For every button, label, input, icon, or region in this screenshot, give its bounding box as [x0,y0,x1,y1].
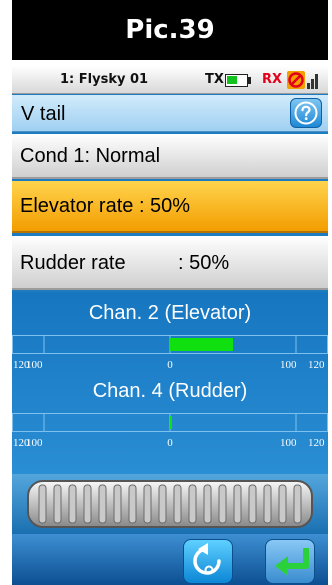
wheel-ridge [173,484,182,524]
channel-4-output-bar: 120100 0 100 120 [12,413,328,449]
rudder-rate-value: : 50% [178,252,230,274]
help-icon [294,101,318,125]
caption-text: Pic.39 [125,15,215,45]
elevator-rate-label: Elevator rate : 50% [20,195,191,217]
wheel-ridge [278,484,287,524]
scroll-wheel[interactable] [27,480,313,528]
tx-battery-level [227,76,237,84]
scroll-wheel-ridges [38,484,302,524]
channel-scale-label: 120 [308,359,325,371]
channel-2-output-bar: 120100 0 100 120 [12,335,328,371]
wheel-ridge [293,484,302,524]
return-arrow-icon [275,548,309,576]
tx-label: TX [205,72,224,87]
wheel-panel [12,474,328,534]
tx-battery-icon [225,74,248,87]
channel-output-fill [170,338,233,351]
bottom-bar [12,534,328,585]
channel-scale-label: 0 [167,359,173,371]
condition-row[interactable]: Cond 1: Normal [12,134,328,179]
channel-scale-label: 100 [26,437,43,449]
caption-banner: Pic.39 [12,0,328,60]
elevator-rate-row[interactable]: Elevator rate : 50% [12,181,328,233]
signal-bars-icon [307,74,318,89]
channel-scale-label: 120 [308,437,325,449]
rudder-rate-label: Rudder rate [20,252,126,274]
channel-scale-label: 100 [280,437,297,449]
condition-label: Cond 1: Normal [20,145,161,167]
title-bar: V tail [12,95,328,132]
model-name: 1: Flysky 01 [60,72,149,87]
channel-scale-label: 100 [26,359,43,371]
rx-label: RX [262,72,283,87]
wheel-ridge [188,484,197,524]
tx-battery-tip [248,77,251,84]
exit-button[interactable] [265,539,315,584]
status-bar: 1: Flysky 01 TX RX [12,66,328,94]
wheel-ridge [53,484,62,524]
rotate-back-icon [193,543,221,575]
wheel-ridge [38,484,47,524]
channel-scale-label: 100 [280,359,297,371]
wheel-ridge [128,484,137,524]
transmitter-screen: 1: Flysky 01 TX RX V tail Cond 1: Normal… [12,66,328,585]
wheel-ridge [68,484,77,524]
channel-output-fill [170,416,172,429]
wheel-ridge [203,484,212,524]
channel-4-title: Chan. 4 (Rudder) [92,380,248,402]
wheel-ridge [113,484,122,524]
channel-monitor: Chan. 2 (Elevator) 120 100 0 100 120 Chan. 4… [12,292,328,474]
wheel-ridge [98,484,107,524]
back-button[interactable] [183,539,233,584]
wheel-ridge [248,484,257,524]
wheel-ridge [263,484,272,524]
wheel-ridge [233,484,242,524]
channel-2-title: Chan. 2 (Elevator) [88,302,252,324]
wheel-ridge [158,484,167,524]
wheel-ridge [218,484,227,524]
no-signal-icon [287,71,305,89]
rudder-rate-row[interactable]: Rudder rate : 50% [12,236,328,290]
page-title: V tail [21,103,66,125]
channel-scale-label: 0 [167,437,173,449]
help-button[interactable] [290,98,322,128]
wheel-ridge [143,484,152,524]
wheel-ridge [83,484,92,524]
